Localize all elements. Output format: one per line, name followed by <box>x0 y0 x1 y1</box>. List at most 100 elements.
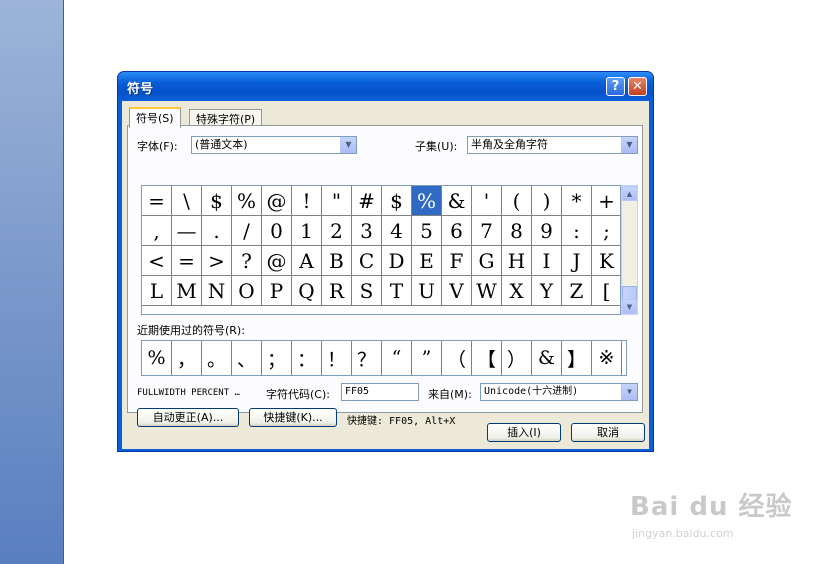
symbol-cell[interactable]: > <box>202 246 232 276</box>
title-bar[interactable]: 符号 ? ✕ <box>118 72 653 101</box>
symbol-cell[interactable]: S <box>352 276 382 306</box>
scroll-down-icon[interactable]: ▼ <box>622 299 637 314</box>
symbol-cell[interactable]: & <box>442 186 472 216</box>
symbol-cell[interactable]: Z <box>562 276 592 306</box>
help-button[interactable]: ? <box>606 77 625 96</box>
symbol-cell[interactable]: ! <box>292 186 322 216</box>
symbol-cell[interactable]: 4 <box>382 216 412 246</box>
symbol-cell[interactable]: I <box>532 246 562 276</box>
symbol-cell[interactable]: G <box>472 246 502 276</box>
symbol-cell[interactable]: O <box>232 276 262 306</box>
symbol-cell[interactable]: 5 <box>412 216 442 246</box>
symbol-cell[interactable]: H <box>502 246 532 276</box>
symbol-cell[interactable]: + <box>592 186 620 216</box>
recent-symbol-cell[interactable]: 。 <box>202 341 232 375</box>
symbol-cell[interactable]: = <box>172 246 202 276</box>
symbol-cell[interactable]: @ <box>262 246 292 276</box>
recent-symbol-cell[interactable]: 】 <box>562 341 592 375</box>
subset-select[interactable]: 半角及全角字符 ▼ <box>467 136 638 154</box>
symbol-cell[interactable]: U <box>412 276 442 306</box>
recent-symbol-cell[interactable]: & <box>532 341 562 375</box>
symbol-cell[interactable]: / <box>232 216 262 246</box>
symbol-cell[interactable]: 8 <box>502 216 532 246</box>
symbol-cell[interactable]: Q <box>292 276 322 306</box>
symbol-cell[interactable]: $ <box>202 186 232 216</box>
recent-symbol-cell[interactable]: ： <box>292 341 322 375</box>
recent-symbol-cell[interactable]: % <box>142 341 172 375</box>
symbol-cell[interactable]: C <box>352 246 382 276</box>
symbol-cell[interactable]: < <box>142 246 172 276</box>
recent-symbol-cell[interactable]: ” <box>412 341 442 375</box>
symbol-cell[interactable]: = <box>142 186 172 216</box>
recent-symbol-cell[interactable]: （ <box>442 341 472 375</box>
symbol-cell[interactable]: X <box>502 276 532 306</box>
symbol-cell[interactable]: , <box>142 216 172 246</box>
symbol-cell[interactable]: . <box>202 216 232 246</box>
from-select[interactable]: Unicode(十六进制) ▼ <box>480 383 638 401</box>
symbol-grid[interactable]: = \ $% @! " # $% & '() * +, —./0 1 2 3 4 5 6 7 8 9:; < = >? @ A B C… <box>141 185 621 315</box>
symbol-cell[interactable]: * <box>562 186 592 216</box>
symbol-cell[interactable]: — <box>172 216 202 246</box>
recent-symbol-cell[interactable]: ！ <box>322 341 352 375</box>
symbol-cell[interactable]: : <box>562 216 592 246</box>
chevron-down-icon[interactable]: ▼ <box>340 137 356 153</box>
symbol-cell[interactable]: $ <box>382 186 412 216</box>
scroll-up-icon[interactable]: ▲ <box>622 186 637 201</box>
symbol-cell[interactable]: R <box>322 276 352 306</box>
symbol-cell[interactable]: K <box>592 246 620 276</box>
chevron-down-icon[interactable]: ▼ <box>621 137 637 153</box>
recent-symbol-cell[interactable]: “ <box>382 341 412 375</box>
symbol-cell[interactable]: % <box>232 186 262 216</box>
symbol-cell[interactable]: [ <box>592 276 620 306</box>
symbol-cell[interactable]: 7 <box>472 216 502 246</box>
char-code-input[interactable]: FF05 <box>341 383 419 401</box>
symbol-cell[interactable]: ( <box>502 186 532 216</box>
symbol-cell[interactable]: J <box>562 246 592 276</box>
symbol-cell[interactable]: V <box>442 276 472 306</box>
symbol-cell[interactable]: L <box>142 276 172 306</box>
symbol-cell[interactable]: P <box>262 276 292 306</box>
recent-symbol-cell[interactable]: ？ <box>352 341 382 375</box>
symbol-cell[interactable]: E <box>412 246 442 276</box>
recent-symbol-cell[interactable]: 【 <box>472 341 502 375</box>
cancel-button[interactable]: 取消 <box>571 423 645 442</box>
symbol-cell[interactable]: 6 <box>442 216 472 246</box>
symbol-cell[interactable]: ' <box>472 186 502 216</box>
symbol-cell[interactable]: D <box>382 246 412 276</box>
symbol-cell[interactable]: ) <box>532 186 562 216</box>
symbol-grid-scrollbar[interactable]: ▲ ▼ <box>621 185 638 315</box>
symbol-cell[interactable]: N <box>202 276 232 306</box>
symbol-cell[interactable]: 0 <box>262 216 292 246</box>
close-button[interactable]: ✕ <box>628 77 647 96</box>
symbol-cell[interactable]: 1 <box>292 216 322 246</box>
symbol-cell[interactable]: F <box>442 246 472 276</box>
insert-button[interactable]: 插入(I) <box>487 423 561 442</box>
symbol-cell[interactable]: ? <box>232 246 262 276</box>
symbol-cell[interactable]: B <box>322 246 352 276</box>
symbol-cell[interactable]: W <box>472 276 502 306</box>
symbol-cell[interactable]: Y <box>532 276 562 306</box>
symbol-cell[interactable]: T <box>382 276 412 306</box>
symbol-cell[interactable]: A <box>292 246 322 276</box>
symbol-cell[interactable]: 3 <box>352 216 382 246</box>
recent-symbol-cell[interactable]: ） <box>502 341 532 375</box>
symbol-cell[interactable]: 2 <box>322 216 352 246</box>
chevron-down-icon[interactable]: ▼ <box>621 384 637 400</box>
shortcut-key-button[interactable]: 快捷键(K)... <box>249 408 337 427</box>
symbol-cell[interactable]: % <box>412 186 442 216</box>
recent-symbol-cell[interactable]: ； <box>262 341 292 375</box>
autocorrect-button[interactable]: 自动更正(A)... <box>137 408 239 427</box>
symbol-cell[interactable]: ; <box>592 216 620 246</box>
recent-symbol-cell[interactable]: ， <box>172 341 202 375</box>
symbol-cell[interactable]: 9 <box>532 216 562 246</box>
symbol-cell[interactable]: \ <box>172 186 202 216</box>
recent-symbol-cell[interactable]: 、 <box>232 341 262 375</box>
symbol-cell[interactable]: @ <box>262 186 292 216</box>
font-select[interactable]: (普通文本) ▼ <box>191 136 357 154</box>
recent-symbols-grid[interactable]: %，。、；：！？ “” （【） &】 ※ <box>141 340 627 376</box>
scroll-thumb[interactable] <box>622 286 637 300</box>
recent-symbol-cell[interactable]: ※ <box>592 341 622 375</box>
symbol-cell[interactable]: M <box>172 276 202 306</box>
symbol-cell[interactable]: " <box>322 186 352 216</box>
symbol-cell[interactable]: # <box>352 186 382 216</box>
